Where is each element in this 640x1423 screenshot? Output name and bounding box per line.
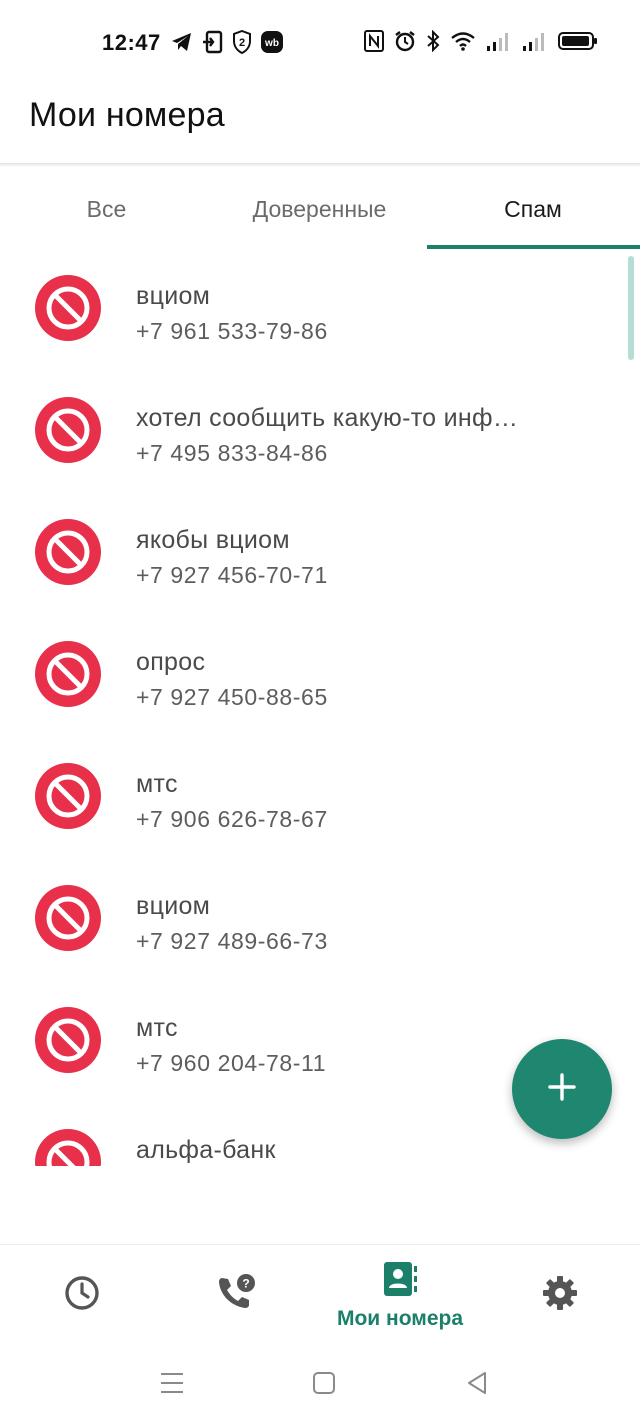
wb-icon: wb <box>260 30 284 59</box>
block-icon <box>35 397 101 463</box>
tab-all[interactable]: Все <box>0 168 213 250</box>
alarm-icon <box>394 30 416 57</box>
status-left-icons: 2 wb <box>170 29 284 59</box>
contact-name: хотел сообщить какую-то инф… <box>136 404 519 432</box>
sim-transfer-icon <box>202 30 224 59</box>
menu-button[interactable] <box>157 1370 187 1400</box>
block-icon <box>35 275 101 341</box>
list-item[interactable]: вциом +7 927 489-66-73 <box>0 864 640 986</box>
signal-icon <box>522 30 548 57</box>
contact-phone: +7 960 204-78-11 <box>136 1050 327 1076</box>
list-item[interactable]: хотел сообщить какую-то инф… +7 495 833-… <box>0 376 640 498</box>
tab-bar: Все Доверенные Спам <box>0 168 640 250</box>
block-icon <box>35 763 101 829</box>
add-number-button[interactable] <box>512 1039 612 1139</box>
status-bar: 12:47 2 wb <box>0 0 640 84</box>
contact-name: альфа-банк <box>136 1136 276 1164</box>
system-navigation <box>0 1344 640 1423</box>
svg-text:wb: wb <box>264 38 279 49</box>
nav-my-numbers-label: Мои номера <box>336 1306 464 1330</box>
signal-icon <box>486 30 512 57</box>
home-button[interactable] <box>309 1370 339 1400</box>
tab-trusted[interactable]: Доверенные <box>213 168 426 250</box>
contact-name: мтс <box>136 770 178 798</box>
list-item[interactable]: якобы вциом +7 927 456-70-71 <box>0 498 640 620</box>
plus-icon <box>547 1072 577 1107</box>
contact-phone: +7 906 626-78-67 <box>136 806 328 832</box>
nav-settings[interactable] <box>520 1245 600 1345</box>
contact-phone: +7 495 833-84-86 <box>136 440 328 466</box>
phone-question-icon: ? <box>215 1272 257 1319</box>
block-icon <box>35 641 101 707</box>
nav-history[interactable] <box>42 1245 122 1345</box>
list-item[interactable]: мтс +7 906 626-78-67 <box>0 742 640 864</box>
contact-name: мтс <box>136 1014 178 1042</box>
contact-phone: +7 927 456-70-71 <box>136 562 328 588</box>
contact-name: якобы вциом <box>136 526 290 554</box>
contact-name: вциом <box>136 282 211 310</box>
nfc-icon <box>364 30 384 57</box>
telegram-icon <box>170 31 194 58</box>
spam-list[interactable]: вциом +7 961 533-79-86 хотел сообщить ка… <box>0 254 640 1166</box>
back-button[interactable] <box>462 1370 492 1400</box>
contact-phone: +7 961 533-79-86 <box>136 318 328 344</box>
list-item[interactable]: опрос +7 927 450-88-65 <box>0 620 640 742</box>
app-bar-divider <box>0 163 640 167</box>
bluetooth-icon <box>426 29 440 57</box>
battery-icon <box>558 30 598 57</box>
nav-my-numbers[interactable]: Мои номера <box>325 1245 475 1345</box>
status-right-icons <box>364 29 598 57</box>
block-icon <box>35 885 101 951</box>
two-factor-icon: 2 <box>232 29 252 59</box>
list-item[interactable]: вциом +7 961 533-79-86 <box>0 254 640 376</box>
contact-name: вциом <box>136 892 211 920</box>
back-icon <box>465 1371 489 1400</box>
contacts-icon <box>381 1260 419 1303</box>
home-icon <box>312 1371 336 1400</box>
tab-spam[interactable]: Спам <box>426 168 640 250</box>
scrollbar[interactable] <box>628 256 634 360</box>
gear-icon <box>541 1274 579 1317</box>
tab-indicator <box>427 245 640 249</box>
block-icon <box>35 1129 101 1166</box>
bottom-navigation: ? Мои номера <box>0 1244 640 1344</box>
status-time: 12:47 <box>102 30 161 55</box>
history-icon <box>63 1274 101 1317</box>
block-icon <box>35 519 101 585</box>
svg-text:2: 2 <box>239 37 245 49</box>
contact-phone: +7 927 450-88-65 <box>136 684 328 710</box>
contact-phone: +7 927 489-66-73 <box>136 928 328 954</box>
svg-text:?: ? <box>242 1276 249 1290</box>
block-icon <box>35 1007 101 1073</box>
page-title: Мои номера <box>29 96 225 134</box>
nav-unknown-calls[interactable]: ? <box>196 1245 276 1345</box>
menu-icon <box>159 1371 185 1400</box>
contact-name: опрос <box>136 648 206 676</box>
wifi-icon <box>450 30 476 57</box>
